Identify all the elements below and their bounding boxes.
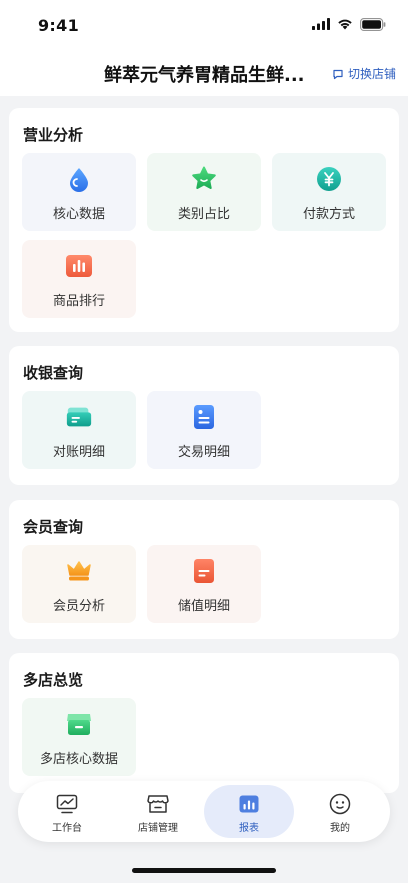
yen-coin-icon <box>315 165 343 193</box>
tile-label: 付款方式 <box>302 207 355 222</box>
tab-mine[interactable]: 我的 <box>295 785 385 838</box>
section-cashier-query: 收银查询 对账明细 交易明细 <box>9 346 399 485</box>
tile-multi-store-core-data[interactable]: 多店核心数据 <box>22 698 136 776</box>
switch-store-label: 切换店铺 <box>347 67 396 81</box>
tab-label: 报表 <box>239 823 259 834</box>
monitor-chart-icon <box>56 793 78 815</box>
section-multi-store-overview: 多店总览 多店核心数据 <box>9 653 399 793</box>
store-icon <box>65 710 93 738</box>
section-member-query: 会员查询 会员分析 储值明细 <box>9 500 399 639</box>
section-business-analysis: 营业分析 核心数据 类别占比 付款方式 商品排行 <box>9 108 399 332</box>
section-title: 多店总览 <box>23 671 84 689</box>
tile-label: 对账明细 <box>52 445 105 460</box>
store-name: 鲜萃元气养胃精品生鲜... <box>104 65 305 86</box>
tile-category-share[interactable]: 类别占比 <box>147 153 261 231</box>
status-icons <box>312 17 386 31</box>
screen: 9:41 鲜萃元气养胃精品生鲜... 切换店铺 营业分析 核心数据 类别占比 付… <box>0 0 408 883</box>
status-bar: 9:41 <box>0 0 408 52</box>
header: 鲜萃元气养胃精品生鲜... 切换店铺 <box>0 52 408 96</box>
tile-payment-method[interactable]: 付款方式 <box>272 153 386 231</box>
bar-chart-icon <box>65 252 93 280</box>
home-indicator <box>132 868 276 873</box>
status-time: 9:41 <box>38 16 79 35</box>
document-icon <box>190 403 218 431</box>
ticket-icon <box>65 403 93 431</box>
cellular-signal-icon <box>312 18 330 30</box>
tab-workbench[interactable]: 工作台 <box>22 785 112 838</box>
tab-reports[interactable]: 报表 <box>204 785 294 838</box>
tile-label: 类别占比 <box>177 207 230 222</box>
section-title: 会员查询 <box>23 518 84 536</box>
report-icon <box>238 793 260 815</box>
star-icon <box>190 165 218 193</box>
battery-icon <box>360 17 386 31</box>
wifi-icon <box>338 19 352 30</box>
tile-label: 会员分析 <box>52 599 105 614</box>
tile-stored-value-detail[interactable]: 储值明细 <box>147 545 261 623</box>
tile-transaction-detail[interactable]: 交易明细 <box>147 391 261 469</box>
face-icon <box>329 793 351 815</box>
section-title: 收银查询 <box>23 364 84 382</box>
tile-label: 多店核心数据 <box>39 752 118 767</box>
tile-label: 储值明细 <box>177 599 230 614</box>
switch-icon <box>333 69 343 79</box>
tile-label: 交易明细 <box>177 445 230 460</box>
tab-label: 店铺管理 <box>138 823 178 834</box>
crown-icon <box>65 557 93 585</box>
tile-product-ranking[interactable]: 商品排行 <box>22 240 136 318</box>
section-title: 营业分析 <box>23 126 84 144</box>
tile-reconciliation-detail[interactable]: 对账明细 <box>22 391 136 469</box>
tab-label: 工作台 <box>52 823 82 834</box>
tile-label: 核心数据 <box>52 207 105 222</box>
tab-bar: 工作台 店铺管理 报表 我的 <box>18 781 390 842</box>
tile-member-analysis[interactable]: 会员分析 <box>22 545 136 623</box>
shop-icon <box>147 793 169 815</box>
tab-store-management[interactable]: 店铺管理 <box>113 785 203 838</box>
tile-label: 商品排行 <box>52 294 105 309</box>
switch-store-button[interactable]: 切换店铺 <box>332 65 396 82</box>
tile-core-data[interactable]: 核心数据 <box>22 153 136 231</box>
tab-label: 我的 <box>330 823 350 834</box>
droplet-icon <box>65 165 93 193</box>
note-icon <box>190 557 218 585</box>
